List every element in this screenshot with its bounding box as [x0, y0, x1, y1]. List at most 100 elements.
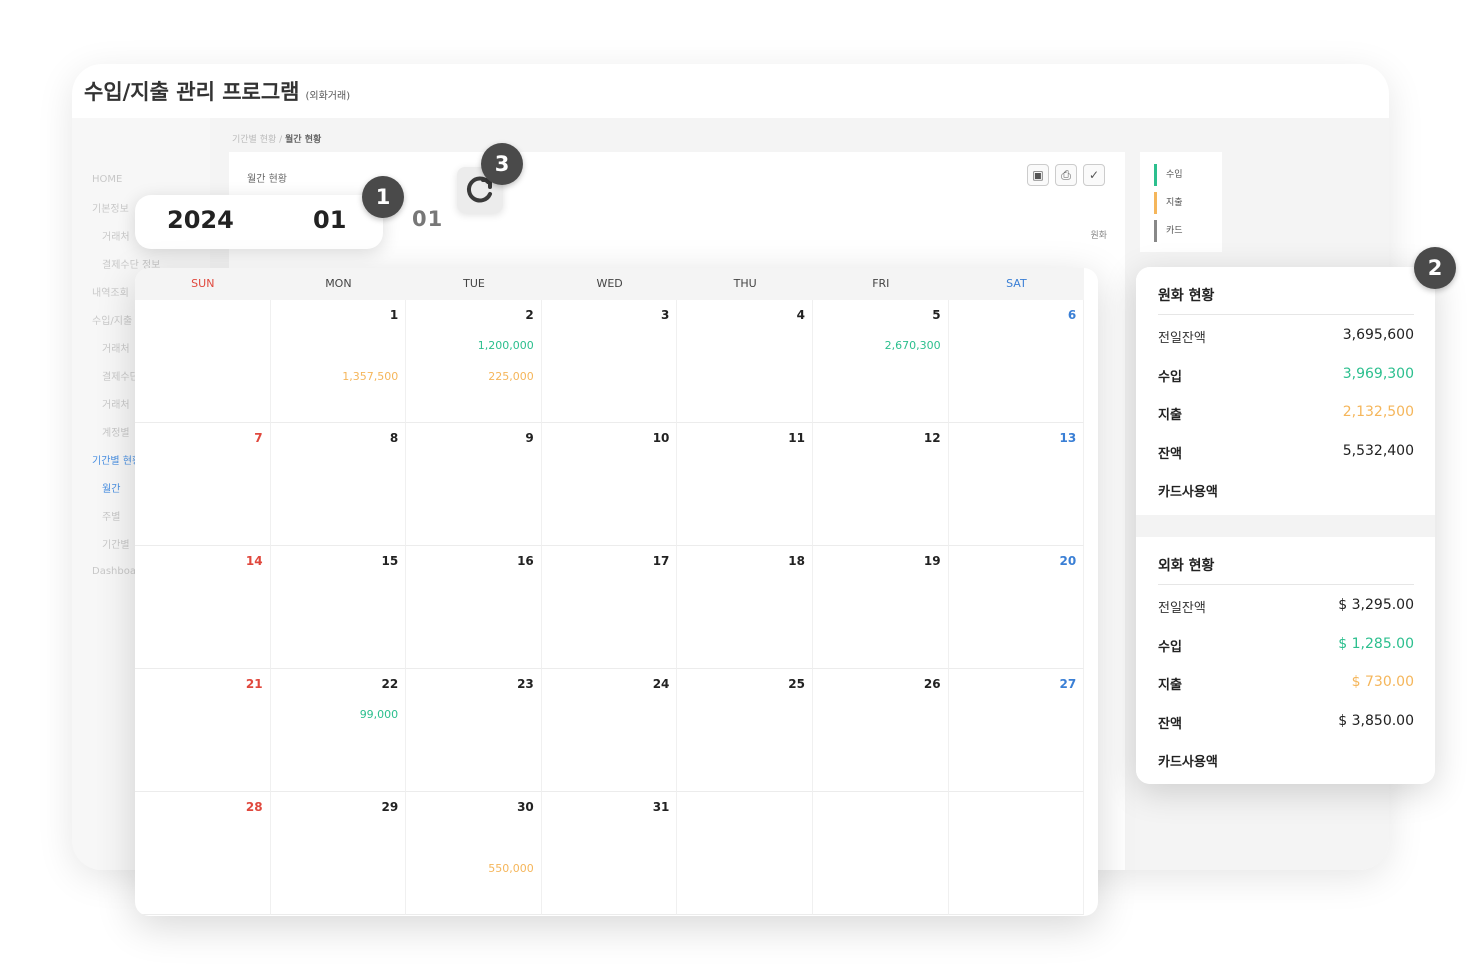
day-number: 1: [389, 308, 399, 322]
calendar-day-cell[interactable]: 19: [813, 546, 949, 669]
calendar-day-cell[interactable]: 21: [135, 669, 271, 792]
monthly-calendar: SUN MON TUE WED THU FRI SAT 1 1,357,500 2 1…: [135, 268, 1098, 916]
calendar-day-cell[interactable]: 22 99,000: [270, 669, 407, 792]
day-number: 24: [652, 677, 670, 691]
row-label: 지출: [1158, 678, 1182, 693]
calendar-day-cell[interactable]: 8: [270, 423, 407, 546]
row-value: 2,132,500: [1342, 404, 1414, 420]
calendar-day-cell[interactable]: 24: [541, 669, 678, 792]
month-value[interactable]: 01: [313, 206, 346, 234]
row-label: 지출: [1158, 408, 1182, 423]
sidebar-item-period[interactable]: 기간별: [102, 536, 130, 551]
sidebar-item-payment-method[interactable]: 결제수단: [102, 368, 139, 383]
sidebar-item-weekly[interactable]: 주별: [102, 508, 120, 523]
calendar-day-cell[interactable]: 14: [135, 546, 271, 669]
calendar-day-cell[interactable]: 12: [813, 423, 949, 546]
print-icon[interactable]: ⎙: [1055, 164, 1077, 186]
calendar-day-cell[interactable]: 27: [948, 669, 1085, 792]
sidebar-item-vendor-3[interactable]: 거래처: [102, 396, 130, 411]
summary-card: 원화 현황 전일잔액 3,695,600 수입 3,969,300 지출 2,1…: [1136, 267, 1435, 784]
year-month-selector[interactable]: 2024 01: [135, 195, 383, 249]
app-title-text: 수입/지출 관리 프로그램: [84, 80, 300, 104]
check-icon[interactable]: ✓: [1083, 164, 1105, 186]
callout-badge-3: 3: [481, 143, 523, 185]
year-value[interactable]: 2024: [167, 206, 234, 234]
row-label: 카드사용액: [1158, 755, 1218, 770]
sidebar-item-vendor-2[interactable]: 거래처: [102, 340, 130, 355]
calendar-day-cell[interactable]: 2 1,200,000 225,000: [406, 300, 542, 423]
sidebar-item-home[interactable]: HOME: [92, 174, 122, 185]
calendar-day-cell[interactable]: 7: [135, 423, 271, 546]
calendar-day-cell[interactable]: 18: [677, 546, 813, 669]
calendar-day-cell[interactable]: 1 1,357,500: [270, 300, 407, 423]
screenshot-stage: 수입/지출 관리 프로그램 (외화거래) HOME 기본정보 거래처 결제수단 정…: [0, 0, 1478, 974]
sidebar-item-by-period[interactable]: 기간별 현황: [92, 452, 141, 467]
panel-title: 월간 현황: [247, 174, 287, 185]
sidebar-item-monthly[interactable]: 월간: [102, 480, 120, 495]
callout-badge-1: 1: [362, 176, 404, 218]
calendar-day-cell[interactable]: [948, 792, 1085, 915]
app-subtitle: (외화거래): [305, 91, 351, 102]
sidebar-item-income-expense[interactable]: 수입/지출: [92, 312, 132, 327]
row-value: 5,532,400: [1342, 443, 1414, 459]
legend-income: 수입: [1154, 164, 1183, 186]
day-number: 28: [245, 800, 263, 814]
day-number: 11: [788, 431, 805, 445]
calendar-day-cell[interactable]: [135, 300, 271, 423]
day-number: 2: [525, 308, 534, 322]
day-number: 26: [923, 677, 941, 691]
calendar-day-cell[interactable]: 30 550,000: [406, 792, 542, 915]
day-number: 3: [661, 308, 670, 322]
fx-row-balance: 잔액 $ 3,850.00: [1158, 711, 1414, 733]
calendar-day-cell[interactable]: [813, 792, 949, 915]
calendar-day-cell[interactable]: 20: [948, 546, 1085, 669]
fx-summary-title: 외화 현황: [1158, 558, 1215, 574]
day-number: 30: [517, 800, 534, 814]
day-number: 27: [1059, 677, 1077, 691]
sidebar-item-vendor[interactable]: 거래처: [102, 228, 130, 243]
day-number: 19: [923, 554, 941, 568]
calendar-day-cell[interactable]: 25: [677, 669, 813, 792]
calendar-day-cell[interactable]: 3: [541, 300, 678, 423]
calendar-day-cell[interactable]: 28: [135, 792, 271, 915]
day-number: 18: [788, 554, 805, 568]
calendar-day-cell[interactable]: 26: [813, 669, 949, 792]
sidebar-item-history[interactable]: 내역조회: [92, 284, 129, 299]
divider: [1158, 314, 1414, 315]
calendar-day-cell[interactable]: 31: [541, 792, 678, 915]
row-value: $ 3,295.00: [1338, 597, 1414, 613]
calendar-day-cell[interactable]: 6: [948, 300, 1085, 423]
sidebar-item-basic-info[interactable]: 기본정보: [92, 200, 129, 215]
calendar-day-cell[interactable]: 13: [948, 423, 1085, 546]
legend: 수입 지출 카드: [1140, 152, 1222, 252]
day-number: 20: [1059, 554, 1077, 568]
callout-badge-2: 2: [1414, 247, 1456, 289]
calendar-day-cell[interactable]: 5 2,670,300: [813, 300, 949, 423]
unit-label: 원화: [1090, 231, 1107, 241]
row-value: $ 3,850.00: [1338, 713, 1414, 729]
calendar-header: SUN MON TUE WED THU FRI SAT: [135, 268, 1084, 300]
day-number: 7: [254, 431, 263, 445]
calendar-day-cell[interactable]: 16: [406, 546, 542, 669]
krw-row-balance: 잔액 5,532,400: [1158, 441, 1414, 463]
breadcrumb: 기간별 현황 / 월간 현황: [232, 132, 321, 145]
calendar-day-cell[interactable]: 17: [541, 546, 678, 669]
calendar-day-cell[interactable]: 4: [677, 300, 813, 423]
row-label: 수입: [1158, 370, 1182, 385]
calendar-day-cell[interactable]: 15: [270, 546, 407, 669]
breadcrumb-parent[interactable]: 기간별 현황 /: [232, 135, 282, 145]
calendar-day-cell[interactable]: 29: [270, 792, 407, 915]
calendar-day-cell[interactable]: 9: [406, 423, 542, 546]
fx-row-expense: 지출 $ 730.00: [1158, 672, 1414, 694]
day-number: 9: [525, 431, 534, 445]
laptop-icon[interactable]: ▣: [1027, 164, 1049, 186]
calendar-day-cell[interactable]: 10: [541, 423, 678, 546]
day-expense-amount: 550,000: [488, 862, 534, 875]
calendar-day-cell[interactable]: 11: [677, 423, 813, 546]
day-number: 16: [517, 554, 534, 568]
row-label: 잔액: [1158, 447, 1182, 462]
calendar-day-cell[interactable]: 23: [406, 669, 542, 792]
calendar-day-cell[interactable]: [677, 792, 813, 915]
fx-summary: 외화 현황 전일잔액 $ 3,295.00 수입 $ 1,285.00 지출 $…: [1136, 537, 1435, 784]
sidebar-item-by-account[interactable]: 계정별: [102, 424, 130, 439]
